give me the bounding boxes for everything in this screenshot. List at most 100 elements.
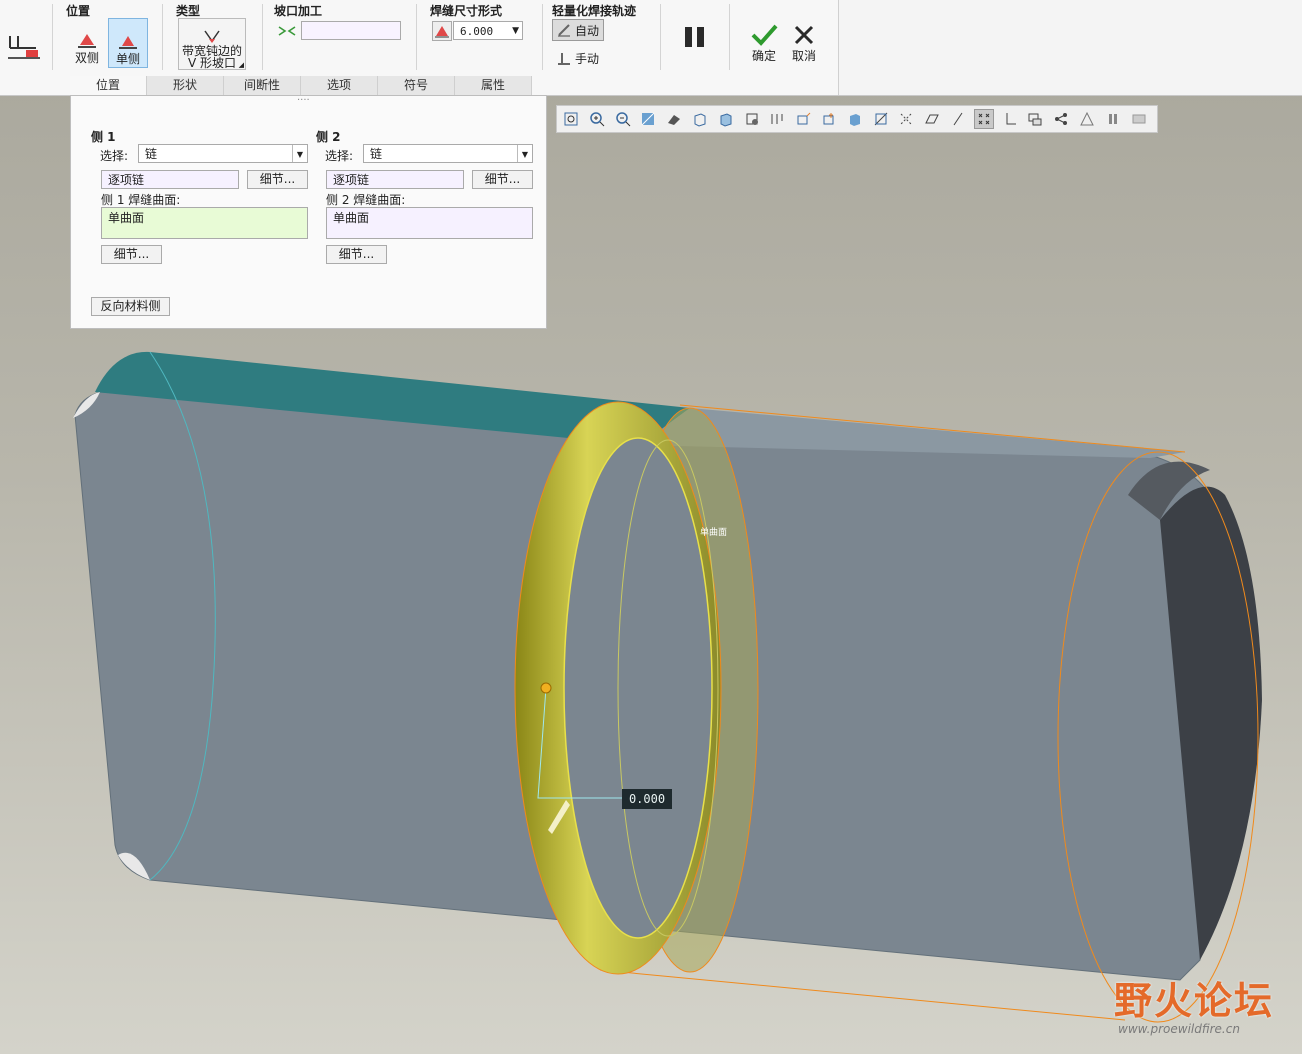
side2-select[interactable]: 链 ▼ <box>363 144 533 163</box>
auto-trajectory-icon <box>558 24 570 37</box>
repaint-icon[interactable] <box>638 109 658 129</box>
ok-label: 确定 <box>751 49 776 63</box>
separator <box>542 4 543 70</box>
manual-label: 手动 <box>575 51 600 66</box>
auto-button[interactable]: 自动 <box>552 19 604 41</box>
shading-icon[interactable] <box>664 109 684 129</box>
double-side-label: 双侧 <box>74 51 99 65</box>
tab-properties[interactable]: 属性 <box>455 76 532 95</box>
side1-select[interactable]: 链 ▼ <box>138 144 308 163</box>
position-group: 位置 双侧 单侧 <box>66 0 156 74</box>
tab-options[interactable]: 选项 <box>301 76 378 95</box>
type-group-title: 类型 <box>176 4 201 18</box>
chevron-down-icon[interactable]: ▼ <box>512 22 519 41</box>
single-side-button[interactable]: 单侧 <box>108 18 148 68</box>
tab-intermittent[interactable]: 间断性 <box>224 76 301 95</box>
layer-icon[interactable] <box>1025 109 1045 129</box>
reverse-material-side-button[interactable]: 反向材料侧 <box>91 297 170 316</box>
type-group: 类型 带宽钝边的 V 形坡口 ◢ <box>176 0 256 74</box>
manual-button[interactable]: 手动 <box>552 48 608 68</box>
chevron-down-icon[interactable]: ▼ <box>517 145 532 162</box>
side1-title: 侧 1 <box>91 130 116 144</box>
tab-shape[interactable]: 形状 <box>147 76 224 95</box>
datum-planes-icon[interactable] <box>767 109 787 129</box>
coord-sys-icon[interactable] <box>845 109 865 129</box>
double-weld-icon <box>78 34 96 48</box>
side2-chain-field[interactable]: 逐项链 <box>326 170 464 189</box>
pause-icon <box>685 27 704 47</box>
checkmark-icon <box>751 24 778 46</box>
panel-handle[interactable]: .... <box>297 92 310 103</box>
spin-center-icon[interactable] <box>896 109 916 129</box>
size-value: 6.000 <box>460 25 494 38</box>
side2-surface-list[interactable]: 单曲面 <box>326 207 533 239</box>
side2-surface-item[interactable]: 单曲面 <box>333 211 369 225</box>
v-groove-icon <box>204 30 220 43</box>
csys-display-icon[interactable] <box>1000 109 1020 129</box>
size-form-group-title: 焊缝尺寸形式 <box>430 4 503 18</box>
pause-small-icon[interactable] <box>1103 109 1123 129</box>
saved-views-icon[interactable] <box>690 109 710 129</box>
separator <box>162 4 163 70</box>
groove-prep-icon[interactable] <box>276 22 298 40</box>
cancel-button[interactable]: 取消 <box>786 16 822 64</box>
datum-points-icon[interactable] <box>819 109 839 129</box>
dimension-value[interactable]: 0.000 <box>622 789 672 809</box>
trajectory-group-title: 轻量化焊接轨迹 <box>552 4 637 18</box>
drag-handle[interactable] <box>540 682 552 694</box>
zoom-in-icon[interactable] <box>587 109 607 129</box>
side2-surface-label: 侧 2 焊缝曲面: <box>326 193 406 207</box>
side1-surface-list[interactable]: 单曲面 <box>101 207 308 239</box>
separator <box>262 4 263 70</box>
side2-select-label: 选择: <box>325 149 354 163</box>
close-icon <box>794 25 814 45</box>
side2-title: 侧 2 <box>316 130 341 144</box>
side2-select-value: 链 <box>370 147 383 161</box>
manual-trajectory-icon <box>558 53 570 65</box>
double-side-button[interactable]: 双侧 <box>68 18 106 66</box>
size-form-icon[interactable] <box>432 21 452 41</box>
separator <box>729 4 730 70</box>
view-manager-icon[interactable] <box>716 109 736 129</box>
single-weld-icon <box>119 36 137 49</box>
datum-axes-icon[interactable] <box>793 109 813 129</box>
separator <box>52 4 53 70</box>
side1-detail-button[interactable]: 细节... <box>247 170 308 189</box>
side2-chain-value: 逐项链 <box>333 173 370 187</box>
refit-icon[interactable] <box>561 109 581 129</box>
side1-surface-item[interactable]: 单曲面 <box>108 211 144 225</box>
side1-surface-detail-button[interactable]: 细节... <box>101 245 162 264</box>
tab-position[interactable]: 位置 <box>70 76 147 95</box>
network-icon[interactable] <box>1051 109 1071 129</box>
weld-feature-icon <box>6 30 40 64</box>
side1-select-label: 选择: <box>100 149 129 163</box>
side1-chain-value: 逐项链 <box>108 173 145 187</box>
side1-surface-label: 侧 1 焊缝曲面: <box>101 193 181 207</box>
pause-button[interactable] <box>683 26 707 48</box>
point-display-icon[interactable] <box>973 109 994 129</box>
plane-display-icon[interactable] <box>922 109 942 129</box>
groove-group-title: 坡口加工 <box>274 4 323 18</box>
position-panel: .... 侧 1 选择: 链 ▼ 逐项链 细节... 侧 1 焊缝曲面: 单曲面… <box>70 92 547 329</box>
auto-label: 自动 <box>575 23 600 38</box>
dropdown-corner-icon: ◢ <box>238 61 244 69</box>
axis-display-icon[interactable] <box>948 109 968 129</box>
watermark-brand: 野火论坛 <box>1114 979 1275 1023</box>
side2-surface-detail-button[interactable]: 细节... <box>326 245 387 264</box>
perspective-icon[interactable] <box>742 109 762 129</box>
triangle-icon[interactable] <box>1077 109 1097 129</box>
display-style-icon[interactable] <box>1129 109 1149 129</box>
groove-type-dropdown[interactable]: 带宽钝边的 V 形坡口 ◢ <box>178 18 246 70</box>
watermark-url: www.proewildfire.cn <box>1118 1022 1240 1036</box>
side1-select-value: 链 <box>145 147 158 161</box>
side2-detail-button[interactable]: 细节... <box>472 170 533 189</box>
zoom-out-icon[interactable] <box>613 109 633 129</box>
tab-symbol[interactable]: 符号 <box>378 76 455 95</box>
single-side-label: 单侧 <box>115 52 140 66</box>
groove-field[interactable] <box>301 21 401 40</box>
size-value-field[interactable]: 6.000 ▼ <box>453 21 523 40</box>
chevron-down-icon[interactable]: ▼ <box>292 145 307 162</box>
side1-chain-field[interactable]: 逐项链 <box>101 170 239 189</box>
annotation-icon[interactable] <box>871 109 891 129</box>
ok-button[interactable]: 确定 <box>746 16 782 64</box>
